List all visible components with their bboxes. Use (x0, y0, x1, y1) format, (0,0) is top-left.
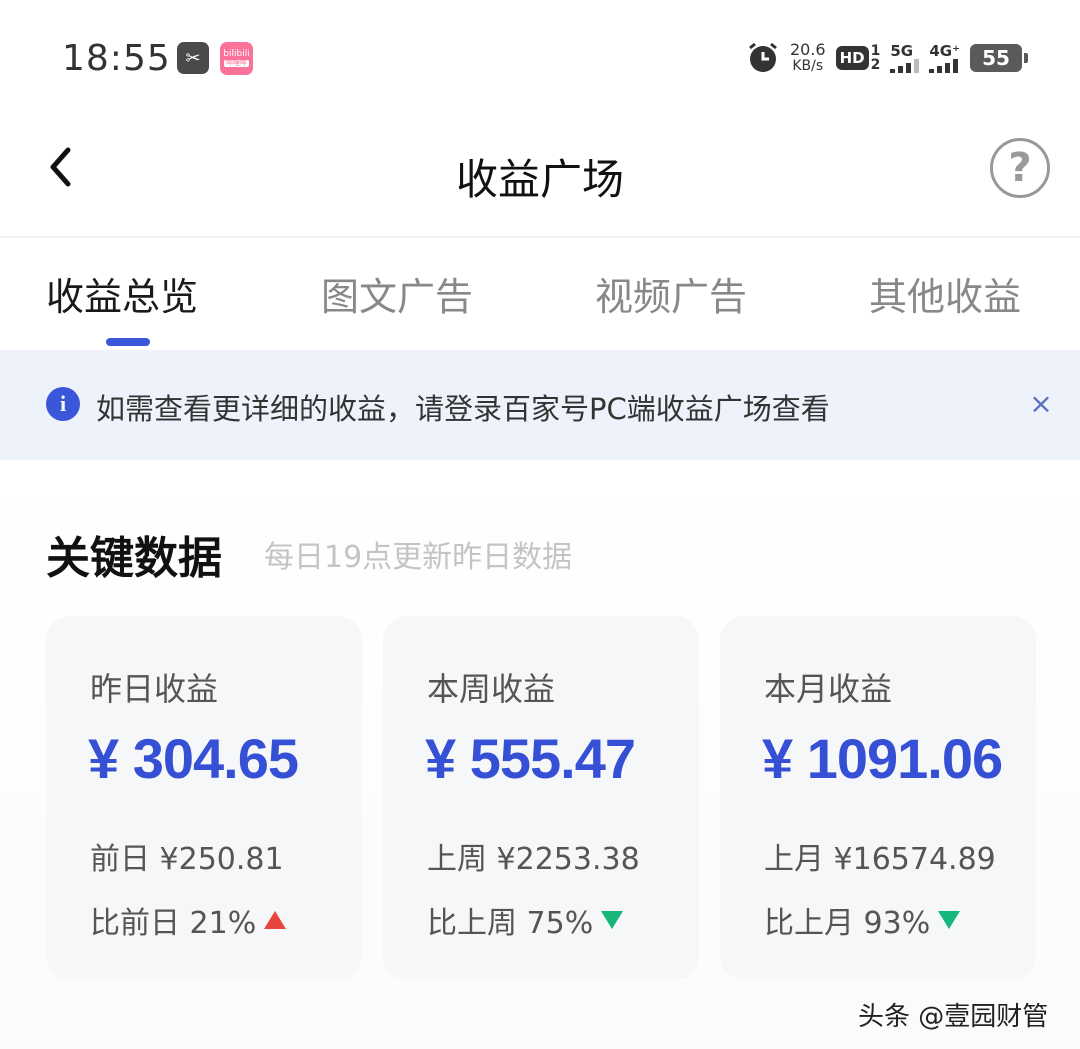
trend-up-icon (264, 911, 287, 929)
bilibili-sub-text: 哔哩哔 (224, 58, 249, 68)
section-title: 关键数据 (46, 533, 222, 584)
tab-bar: 收益总览 图文广告 视频广告 其他收益 (0, 238, 1080, 350)
status-icons: 20.6 KB/s HD 1 2 5G 4G⁺ 55 (746, 38, 1028, 78)
signal-5g-icon: 5G (890, 42, 920, 73)
key-data-section: 关键数据 每日19点更新昨日数据 昨日收益 ¥ 304.65 前日 ¥250.8… (0, 460, 1080, 1049)
card-amount: ¥ 1091.06 (762, 727, 1003, 790)
trend-down-icon (938, 911, 961, 929)
alarm-icon (749, 42, 777, 72)
battery-icon: 55 (970, 44, 1028, 72)
tab-overview[interactable]: 收益总览 (46, 266, 198, 321)
info-icon: i (46, 387, 80, 421)
tab-video-ads[interactable]: 视频广告 (595, 266, 747, 321)
battery-level: 55 (982, 46, 1010, 70)
card-compare: 比前日 21% (90, 898, 287, 942)
notice-banner: i 如需查看更详细的收益，请登录百家号PC端收益广场查看 × (0, 350, 1080, 460)
card-compare-text: 比上周 75% (427, 906, 594, 941)
bilibili-app-icon: bilibili 哔哩哔 (220, 42, 253, 75)
card-compare-text: 比上月 93% (764, 906, 931, 941)
section-subtitle: 每日19点更新昨日数据 (264, 540, 573, 575)
signal-4g-label: 4G⁺ (929, 42, 960, 60)
card-previous: 上月 ¥16574.89 (764, 842, 996, 877)
card-previous: 上周 ¥2253.38 (427, 842, 640, 877)
signal-5g-label: 5G (890, 42, 914, 60)
status-time: 18:55 (62, 38, 171, 79)
scissors-app-icon: ✂ (177, 42, 209, 74)
hd-label: HD (835, 46, 869, 70)
tab-image-ads[interactable]: 图文广告 (321, 266, 473, 321)
hd-num-1: 1 (870, 43, 881, 59)
page-header: 收益广场 ? (0, 120, 1080, 238)
card-amount: ¥ 555.47 (425, 727, 636, 790)
card-month-income[interactable]: 本月收益 ¥ 1091.06 上月 ¥16574.89 比上月 93% (720, 616, 1036, 980)
question-icon: ? (1008, 145, 1032, 191)
net-speed-unit: KB/s (792, 58, 824, 74)
notice-text: 如需查看更详细的收益，请登录百家号PC端收益广场查看 (96, 392, 830, 426)
tab-active-indicator (106, 338, 150, 346)
card-amount: ¥ 304.65 (88, 727, 299, 790)
card-label: 本周收益 (427, 670, 556, 708)
card-label: 本月收益 (764, 670, 893, 708)
card-yesterday-income[interactable]: 昨日收益 ¥ 304.65 前日 ¥250.81 比前日 21% (46, 616, 362, 980)
net-speed: 20.6 KB/s (789, 40, 826, 75)
hd-num-2: 2 (870, 57, 881, 73)
tab-other-income[interactable]: 其他收益 (869, 266, 1021, 321)
card-label: 昨日收益 (90, 670, 219, 708)
card-compare-text: 比前日 21% (90, 906, 257, 941)
net-speed-value: 20.6 (789, 40, 826, 59)
card-compare: 比上月 93% (764, 898, 961, 942)
signal-4g-icon: 4G⁺ (929, 43, 960, 73)
watermark: 头条 @壹园财管 (858, 1002, 1049, 1032)
trend-down-icon (601, 911, 624, 929)
card-compare: 比上周 75% (427, 898, 624, 942)
card-previous: 前日 ¥250.81 (90, 842, 284, 877)
help-button[interactable]: ? (990, 138, 1050, 198)
card-week-income[interactable]: 本周收益 ¥ 555.47 上周 ¥2253.38 比上周 75% (383, 616, 699, 980)
status-bar: 18:55 ✂ bilibili 哔哩哔 20.6 KB/s HD 1 2 5G… (0, 0, 1080, 120)
hd-voice-icon: HD 1 2 (835, 43, 881, 73)
close-icon[interactable]: × (1026, 387, 1056, 420)
page-title: 收益广场 (455, 155, 624, 204)
